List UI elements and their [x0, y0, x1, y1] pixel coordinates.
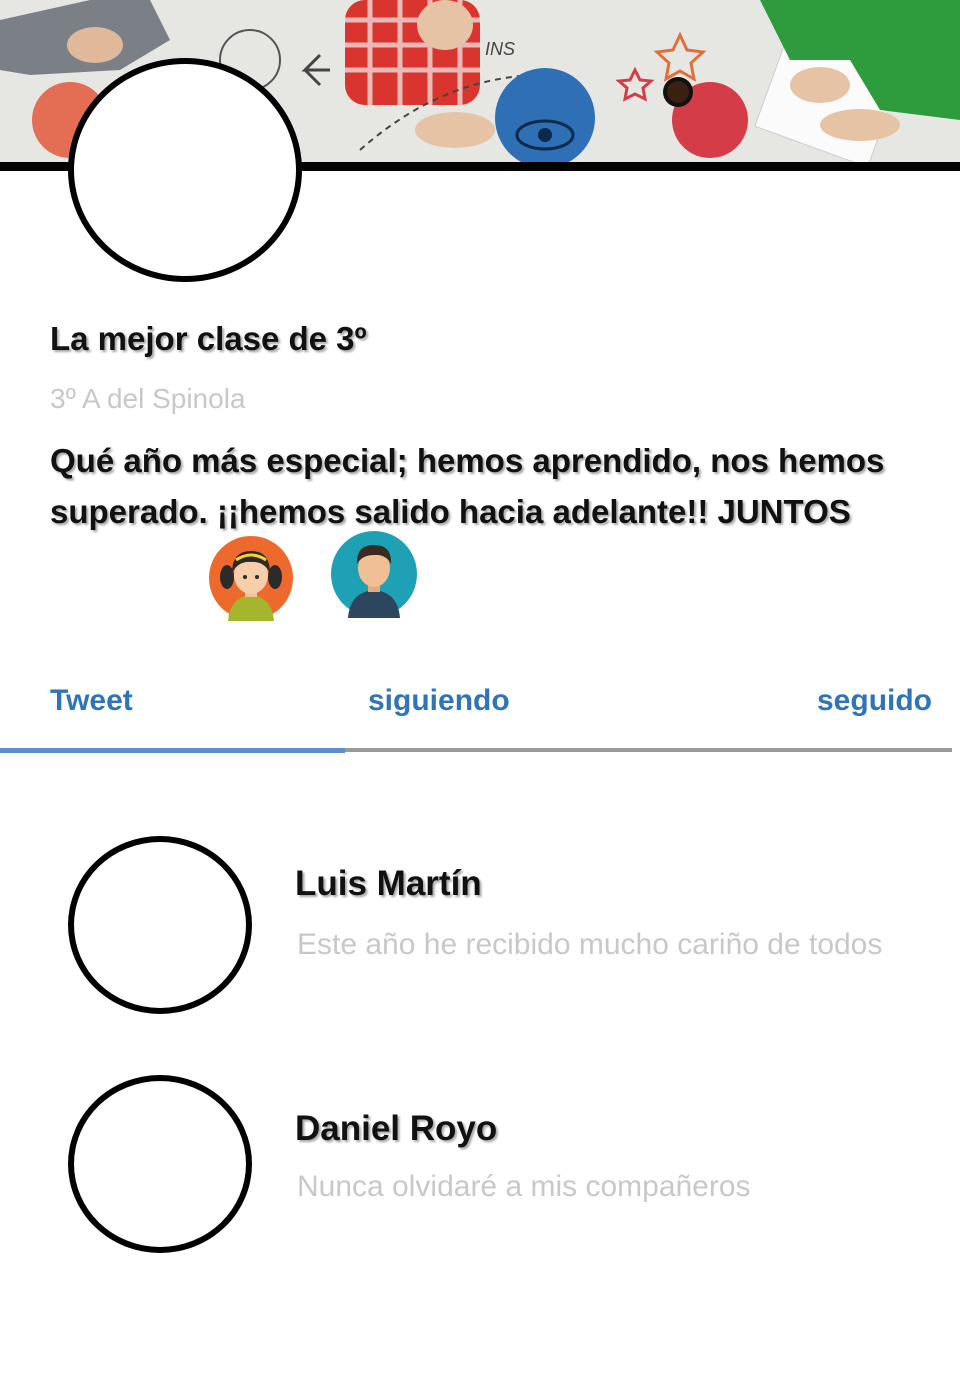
user-message: Este año he recibido mucho cariño de tod… [297, 928, 883, 961]
user-avatar[interactable] [68, 836, 252, 1014]
tab-tweet[interactable]: Tweet [50, 684, 133, 718]
svg-text:INS: INS [485, 39, 515, 59]
profile-avatar[interactable] [68, 58, 302, 282]
tab-seguido[interactable]: seguido [817, 684, 932, 718]
tab-underline [0, 748, 952, 753]
profile-name: La mejor clase de 3º [50, 320, 367, 357]
profile-handle: 3º A del Spinola [50, 383, 246, 414]
user-message: Nunca olvidaré a mis compañeros [297, 1170, 751, 1203]
user-name: Luis Martín [295, 864, 482, 903]
profile-bio: Qué año más especial; hemos aprendido, n… [50, 442, 885, 530]
tab-siguiendo[interactable]: siguiendo [368, 684, 510, 718]
tab-active-indicator [0, 748, 345, 753]
boy-avatar-icon [331, 531, 417, 618]
user-avatar[interactable] [68, 1075, 252, 1253]
girl-avatar-icon [209, 536, 293, 621]
user-name: Daniel Royo [295, 1109, 498, 1148]
